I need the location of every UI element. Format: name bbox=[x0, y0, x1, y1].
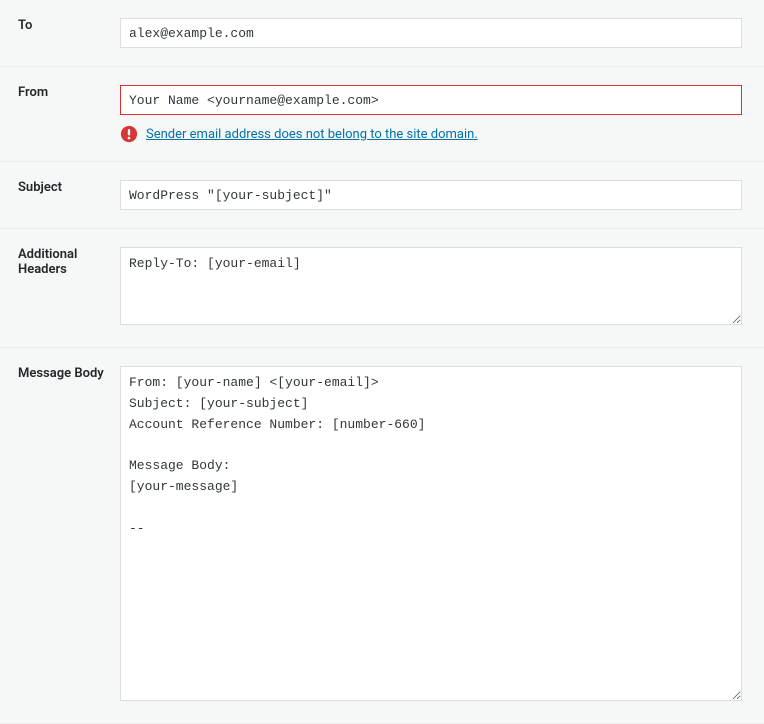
message-body-label: Message Body bbox=[18, 366, 104, 381]
from-row: From Sender email address does not belon… bbox=[0, 67, 764, 162]
additional-headers-input[interactable] bbox=[120, 247, 742, 325]
from-alert-link[interactable]: Sender email address does not belong to … bbox=[146, 127, 478, 142]
subject-input[interactable] bbox=[120, 180, 742, 210]
additional-headers-row: Additional Headers bbox=[0, 229, 764, 348]
message-body-input[interactable] bbox=[120, 366, 742, 701]
from-input[interactable] bbox=[120, 85, 742, 115]
subject-row: Subject bbox=[0, 162, 764, 229]
additional-headers-label: Additional Headers bbox=[18, 247, 77, 277]
to-label: To bbox=[18, 18, 32, 33]
warning-icon bbox=[120, 125, 138, 143]
to-row: To bbox=[0, 0, 764, 67]
from-alert: Sender email address does not belong to … bbox=[120, 125, 742, 143]
subject-label: Subject bbox=[18, 180, 62, 195]
message-body-row: Message Body bbox=[0, 348, 764, 724]
mail-settings-form: To From S bbox=[0, 0, 764, 724]
to-input[interactable] bbox=[120, 18, 742, 48]
from-label: From bbox=[18, 85, 48, 100]
